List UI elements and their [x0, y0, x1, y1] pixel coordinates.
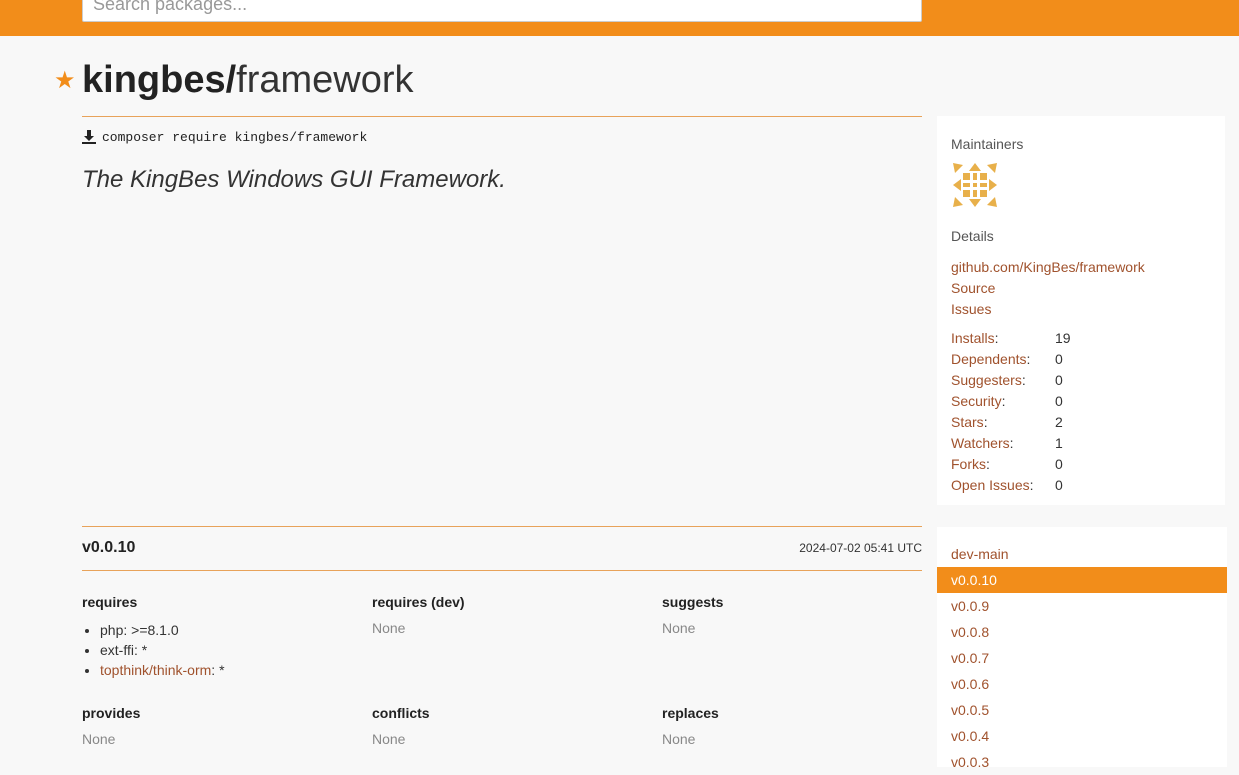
stat-dependents: Dependents: 0	[951, 349, 1071, 370]
version-item-v0-0-9[interactable]: v0.0.9	[937, 593, 1227, 619]
maintainers-title: Maintainers	[951, 136, 1024, 152]
stat-label[interactable]: Stars	[951, 414, 984, 430]
requires-title: requires	[82, 594, 138, 610]
stat-label[interactable]: Open Issues	[951, 477, 1030, 493]
download-icon	[82, 130, 96, 144]
dep-name: ext-ffi	[100, 642, 134, 658]
version-item-v0-0-5[interactable]: v0.0.5	[937, 697, 1227, 723]
version-item-v0-0-7[interactable]: v0.0.7	[937, 645, 1227, 671]
conflicts-section: conflicts None	[372, 705, 430, 747]
stat-security: Security: 0	[951, 391, 1071, 412]
stat-stars: Stars: 2	[951, 412, 1071, 433]
details-title: Details	[951, 228, 994, 244]
suggests-section: suggests None	[662, 594, 723, 636]
header-bar	[0, 0, 1239, 36]
requires-list: php: >=8.1.0 ext-ffi: * topthink/think-o…	[82, 620, 225, 680]
version-name: v0.0.10	[82, 539, 136, 556]
conflicts-value: None	[372, 731, 406, 747]
stat-value: 0	[1055, 477, 1063, 493]
provides-title: provides	[82, 705, 141, 721]
dep-link[interactable]: topthink/think-orm	[100, 662, 211, 678]
dep-constraint: *	[219, 662, 225, 678]
divider	[82, 570, 922, 571]
stat-forks: Forks: 0	[951, 454, 1071, 475]
version-item-v0-0-6[interactable]: v0.0.6	[937, 671, 1227, 697]
replaces-value: None	[662, 731, 696, 747]
list-item: ext-ffi: *	[100, 640, 225, 660]
divider	[82, 116, 922, 117]
stat-value: 0	[1055, 456, 1063, 472]
stat-label[interactable]: Installs	[951, 330, 995, 346]
package-vendor[interactable]: kingbes/	[82, 59, 236, 101]
install-command[interactable]: composer require kingbes/framework	[82, 130, 367, 145]
details-sidebar: Maintainers Details github.com/KingBes/f…	[937, 116, 1225, 505]
dep-name: php	[100, 622, 124, 638]
stat-value: 1	[1055, 435, 1063, 451]
package-name: framework	[236, 59, 414, 101]
replaces-title: replaces	[662, 705, 719, 721]
issues-link[interactable]: Issues	[951, 299, 1145, 320]
suggests-value: None	[662, 620, 696, 636]
requires-dev-title: requires (dev)	[372, 594, 465, 610]
version-header: v0.0.10 2024-07-02 05:41 UTC	[82, 527, 922, 571]
install-command-text: composer require kingbes/framework	[102, 130, 368, 145]
dep-constraint: >=8.1.0	[131, 622, 179, 638]
stat-value: 0	[1055, 372, 1063, 388]
provides-value: None	[82, 731, 116, 747]
list-item: topthink/think-orm: *	[100, 660, 225, 680]
stats-list: Installs: 19 Dependents: 0 Suggesters: 0 Se…	[951, 328, 1071, 496]
stat-watchers: Watchers: 1	[951, 433, 1071, 454]
versions-panel: dev-main v0.0.10 v0.0.9 v0.0.8 v0.0.7 v0…	[937, 527, 1227, 770]
conflicts-title: conflicts	[372, 705, 430, 721]
package-title: kingbes/framework	[82, 58, 414, 102]
stat-label[interactable]: Forks	[951, 456, 986, 472]
requires-dev-value: None	[372, 620, 406, 636]
version-item-dev-main[interactable]: dev-main	[937, 541, 1227, 567]
suggests-title: suggests	[662, 594, 724, 610]
version-item-v0-0-4[interactable]: v0.0.4	[937, 723, 1227, 749]
search-input[interactable]	[82, 0, 922, 22]
star-icon[interactable]: ★	[54, 66, 76, 96]
stat-value: 2	[1055, 414, 1063, 430]
maintainer-avatar[interactable]	[951, 161, 999, 209]
package-description: The KingBes Windows GUI Framework.	[82, 166, 506, 193]
replaces-section: replaces None	[662, 705, 719, 747]
stat-label[interactable]: Dependents	[951, 351, 1027, 367]
github-link[interactable]: github.com/KingBes/framework	[951, 257, 1145, 278]
stat-label[interactable]: Watchers	[951, 435, 1010, 451]
requires-section: requires php: >=8.1.0 ext-ffi: * topthin…	[82, 594, 225, 680]
requires-dev-section: requires (dev) None	[372, 594, 465, 636]
provides-section: provides None	[82, 705, 140, 747]
stat-installs: Installs: 19	[951, 328, 1071, 349]
version-item-v0-0-10[interactable]: v0.0.10	[937, 567, 1227, 593]
details-links: github.com/KingBes/framework Source Issu…	[951, 257, 1145, 320]
stat-suggesters: Suggesters: 0	[951, 370, 1071, 391]
stat-value: 0	[1055, 351, 1063, 367]
stat-value: 0	[1055, 393, 1063, 409]
stat-label[interactable]: Suggesters	[951, 372, 1022, 388]
version-item-v0-0-3[interactable]: v0.0.3	[937, 749, 1227, 775]
version-date: 2024-07-02 05:41 UTC	[799, 541, 922, 555]
dep-constraint: *	[141, 642, 148, 658]
source-link[interactable]: Source	[951, 278, 1145, 299]
stat-value: 19	[1055, 330, 1071, 346]
version-item-v0-0-8[interactable]: v0.0.8	[937, 619, 1227, 645]
stat-label[interactable]: Security	[951, 393, 1002, 409]
list-item: php: >=8.1.0	[100, 620, 225, 640]
stat-open-issues: Open Issues: 0	[951, 475, 1071, 496]
